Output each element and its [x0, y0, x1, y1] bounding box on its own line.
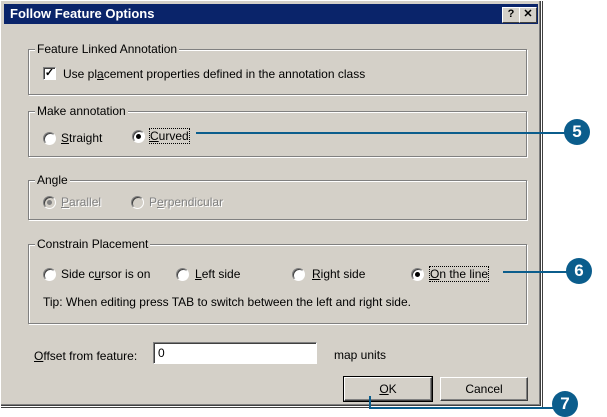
label-mnemonic: L [195, 267, 202, 281]
label-part: eft side [201, 267, 241, 281]
radio-perpendicular-label[interactable]: Perpendicular [149, 195, 223, 209]
label-part: ffset from feature: [43, 349, 138, 363]
dialog-window: Follow Feature Options ? ✕ Feature Linke… [0, 0, 542, 407]
group-feature-linked: Feature Linked Annotation ✓ Use placemen… [28, 42, 527, 95]
callout-5-leader [196, 132, 566, 134]
tip-text: Tip: When editing press TAB to switch be… [43, 295, 411, 309]
group-make-annotation: Make annotation Straight Curved [28, 104, 527, 157]
label-part: ight side [320, 267, 366, 281]
radio-straight-label[interactable]: Straight [61, 131, 102, 145]
label-part: Use pl [63, 67, 98, 81]
ok-button[interactable]: OK [343, 376, 433, 402]
label-mnemonic: O [430, 267, 440, 281]
label-mnemonic: R [312, 267, 321, 281]
callout-6-leader [503, 271, 567, 273]
radio-dot [415, 272, 420, 277]
label-mnemonic: a [97, 67, 104, 81]
group-constrain-legend: Constrain Placement [35, 237, 151, 251]
group-angle-legend: Angle [35, 173, 70, 187]
help-icon: ? [507, 8, 515, 20]
radio-parallel[interactable] [43, 196, 56, 209]
use-placement-checkbox[interactable]: ✓ [43, 67, 56, 80]
label-mnemonic: P [61, 195, 70, 209]
group-feature-linked-legend: Feature Linked Annotation [35, 42, 180, 56]
label-part: rsor is on [101, 267, 151, 281]
radio-left-side-label[interactable]: Left side [195, 267, 240, 281]
group-angle: Angle Parallel Perpendicular [28, 173, 527, 220]
radio-dot [136, 134, 141, 139]
label-part: P [149, 195, 158, 209]
offset-label: Offset from feature: [34, 349, 137, 363]
radio-curved-label[interactable]: Curved [149, 128, 190, 144]
radio-right-side[interactable] [292, 268, 305, 281]
radio-perpendicular[interactable] [131, 196, 144, 209]
label-mnemonic: S [61, 131, 70, 145]
radio-side-cursor[interactable] [43, 268, 56, 281]
radio-left-side[interactable] [176, 268, 189, 281]
help-button[interactable]: ? [502, 7, 520, 23]
close-icon: ✕ [523, 8, 533, 20]
label-part: Side c [61, 267, 95, 281]
offset-input[interactable]: 0 [153, 342, 317, 364]
callout-6: 6 [566, 258, 592, 284]
label-part: rpendicular [163, 195, 224, 209]
group-make-annotation-legend: Make annotation [35, 104, 128, 118]
radio-straight[interactable] [43, 132, 56, 145]
radio-on-the-line[interactable] [411, 268, 424, 281]
callout-5: 5 [564, 119, 590, 145]
radio-curved[interactable] [132, 130, 145, 143]
cancel-button[interactable]: Cancel [440, 377, 528, 401]
callout-7-leader-h [369, 407, 554, 409]
label-part: arallel [69, 195, 102, 209]
label-part: traight [69, 131, 103, 145]
radio-side-cursor-label[interactable]: Side cursor is on [61, 267, 150, 281]
checkmark-icon: ✓ [44, 67, 55, 79]
group-constrain-placement: Constrain Placement Side cursor is on Le… [28, 237, 527, 324]
radio-dot [47, 200, 52, 205]
radio-on-the-line-label[interactable]: On the line [428, 266, 490, 282]
label-mnemonic: O [34, 349, 44, 363]
radio-right-side-label[interactable]: Right side [312, 267, 365, 281]
callout-7: 7 [552, 391, 578, 417]
radio-parallel-label[interactable]: Parallel [61, 195, 101, 209]
map-units-label: map units [334, 348, 387, 362]
label-part: urved [158, 129, 189, 143]
window-title: Follow Feature Options [10, 6, 155, 21]
label-mnemonic: O [379, 382, 389, 396]
use-placement-label[interactable]: Use placement properties defined in the … [63, 67, 365, 81]
label-part: n the line [439, 267, 489, 281]
label-mnemonic: C [150, 129, 159, 143]
label-mnemonic: e [157, 195, 164, 209]
close-button[interactable]: ✕ [519, 7, 537, 23]
label-part: cement properties defined in the annotat… [103, 67, 366, 81]
label-part: K [388, 382, 397, 396]
title-bar[interactable]: Follow Feature Options ? ✕ [4, 4, 538, 24]
